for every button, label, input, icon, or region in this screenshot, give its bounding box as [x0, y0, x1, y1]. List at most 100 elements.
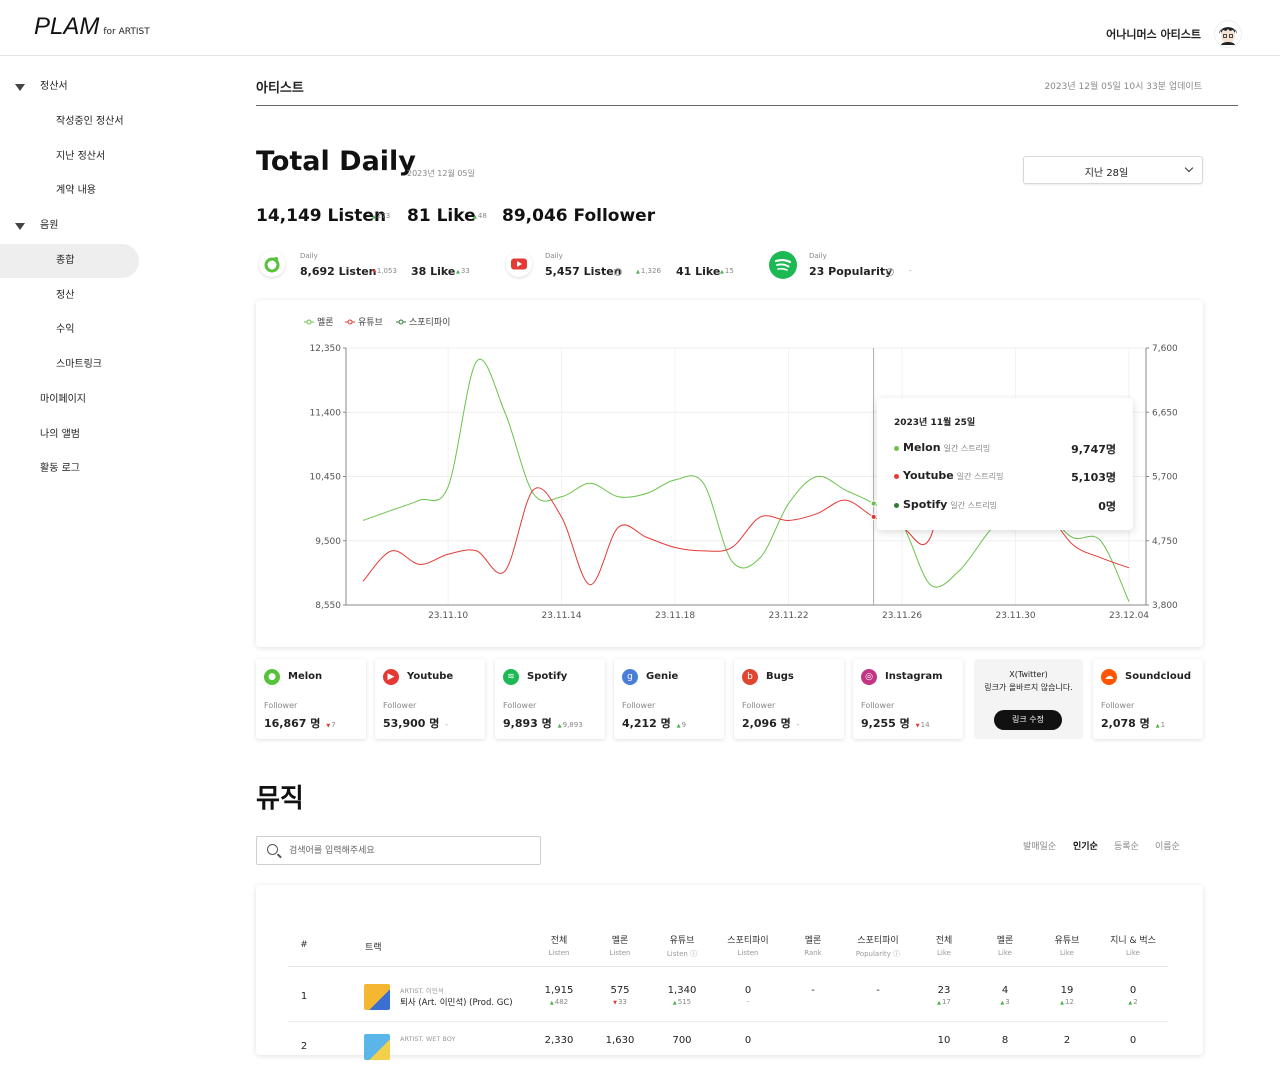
platform-card-instagram[interactable]: ◎ Instagram Follower 9,255 명 14: [853, 659, 963, 739]
search-box: [256, 836, 541, 865]
sidebar-group-settlement[interactable]: 정산서: [40, 70, 68, 104]
platform-card-bugs[interactable]: b Bugs Follower 2,096 명-: [734, 659, 844, 739]
table-divider: [288, 966, 1168, 967]
cell-value: 2: [1063, 1035, 1071, 1046]
legend-dot: [894, 473, 899, 479]
cell-value: 2,330: [544, 1035, 574, 1046]
track-title[interactable]: 퇴사 (Art. 이민석) (Prod. GC): [400, 996, 513, 1008]
cell-value: 1,340: [667, 985, 697, 996]
chart-tooltip: 2023년 11월 25일 Melon 일간 스트리밍 9,747명 Youtub…: [877, 398, 1133, 530]
platform-card-genie[interactable]: g Genie Follower 4,212 명 9: [614, 659, 724, 739]
album-thumbnail[interactable]: [364, 984, 390, 1010]
twitter-name: X(Twitter): [1009, 670, 1048, 679]
plam-logo[interactable]: PLAM for ARTIST: [34, 15, 150, 39]
column-header-label: 멜론: [804, 936, 822, 946]
follower-count-value: 2,096 명: [742, 717, 791, 730]
avatar[interactable]: [1214, 20, 1242, 48]
follower-label: Follower: [622, 701, 656, 710]
y-right-tick-label: 4,750: [1152, 537, 1178, 547]
cell-value: 8: [1001, 1035, 1009, 1046]
follower-count: 4,212 명 9: [622, 715, 686, 731]
sidebar-item-mypage[interactable]: 마이페이지: [40, 383, 86, 417]
tooltip-row-spotify: Spotify 일간 스트리밍 0명: [894, 498, 1116, 513]
y-right-tick-label: 3,800: [1152, 601, 1178, 611]
cell-delta: 2: [1103, 998, 1163, 1006]
follower-label: Follower: [383, 701, 417, 710]
sidebar-item-activity-log[interactable]: 활동 로그: [40, 452, 80, 486]
cell-delta: 12: [1037, 998, 1097, 1006]
sidebar-group-music[interactable]: 음원: [40, 209, 58, 243]
y-left-tick-label: 9,500: [315, 537, 341, 547]
column-header-label: 멜론: [996, 936, 1014, 946]
follower-count-value: 16,867 명: [264, 717, 321, 730]
table-cell: 2: [1037, 1035, 1097, 1046]
y-left-tick-label: 8,550: [315, 601, 341, 611]
follower-delta: 9: [677, 721, 686, 729]
period-select[interactable]: 지난 28일: [1023, 156, 1203, 184]
table-cell: 43: [975, 985, 1035, 1006]
genie-icon: g: [622, 669, 638, 685]
column-header: 트랙: [365, 940, 425, 953]
cell-delta: 17: [914, 998, 974, 1006]
sidebar-item-draft-settlement[interactable]: 작성중인 정산서: [56, 105, 124, 139]
follower-delta: 9,893: [558, 721, 583, 729]
table-cell: 0-: [718, 985, 778, 1006]
cell-value: 0: [744, 1035, 752, 1046]
row-divider: [288, 1021, 1168, 1022]
sidebar-item-revenue[interactable]: 수익: [56, 313, 74, 347]
sort-name[interactable]: 이름순: [1155, 839, 1180, 852]
sidebar-item-smartlink[interactable]: 스마트링크: [56, 348, 102, 382]
total-like: 81 Like: [407, 206, 476, 226]
platform-name: Youtube: [407, 671, 454, 682]
table-cell: 2,330: [529, 1035, 589, 1046]
table-cell: 1,915 482: [529, 985, 589, 1006]
column-header-label: 유튜브: [669, 936, 695, 946]
column-header-label: 지니 & 벅스: [1110, 936, 1156, 946]
platform-name: Spotify: [527, 671, 568, 682]
column-header-label: 전체: [935, 936, 953, 946]
platform-card-melon[interactable]: ● Melon Follower 16,867 명 7: [256, 659, 366, 739]
follower-delta: -: [796, 721, 800, 729]
legend-marker: [306, 319, 312, 325]
sidebar-item-past-settlement[interactable]: 지난 정산서: [56, 140, 105, 174]
platform-card-spotify[interactable]: ≋ Spotify Follower 9,893 명 9,893: [495, 659, 605, 739]
user-name[interactable]: 어나니머스 아티스트: [1106, 26, 1201, 42]
platform-name: Bugs: [766, 671, 794, 682]
youtube-daily-listen-delta: 1,326: [636, 267, 661, 275]
platform-name: Instagram: [885, 671, 943, 682]
total-follower-delta: -: [641, 212, 644, 220]
logo-subtext: for ARTIST: [103, 27, 150, 37]
platform-card-soundcloud[interactable]: ☁ Soundcloud Follower 2,078 명 1: [1093, 659, 1203, 739]
album-thumbnail[interactable]: [364, 1034, 390, 1060]
sidebar-item-contract[interactable]: 계약 내용: [56, 174, 96, 208]
help-icon[interactable]: ?: [614, 268, 622, 276]
daily-label: Daily: [300, 252, 318, 260]
cell-value: 23: [937, 985, 951, 996]
sidebar-item-settlement[interactable]: 정산: [56, 279, 74, 313]
platform-card-youtube[interactable]: ▶ Youtube Follower 53,900 명-: [375, 659, 485, 739]
tooltip-value: 0명: [1098, 500, 1116, 513]
x-tick-label: 23.11.18: [655, 611, 695, 621]
caret-down-icon[interactable]: [15, 223, 25, 230]
y-left-tick-label: 11,400: [310, 408, 342, 418]
column-header-label: 멜론: [611, 936, 629, 946]
follower-delta: 1: [1156, 721, 1165, 729]
sort-popularity[interactable]: 인기순: [1073, 839, 1098, 852]
sidebar-item-overview[interactable]: 종합: [0, 244, 139, 278]
follower-delta: 14: [916, 721, 930, 729]
table-row[interactable]: [288, 1024, 1168, 1072]
sort-release-date[interactable]: 발매일순: [1023, 839, 1056, 852]
sidebar-item-my-album[interactable]: 나의 앨범: [40, 418, 80, 452]
tooltip-sub: 일간 스트리밍: [943, 444, 991, 453]
caret-down-icon[interactable]: [15, 84, 25, 91]
search-input[interactable]: [289, 842, 529, 860]
column-header-sub: Like: [1126, 949, 1140, 957]
soundcloud-icon: ☁: [1101, 669, 1117, 685]
edit-link-button[interactable]: 링크 수정: [994, 710, 1062, 730]
follower-count: 2,078 명 1: [1101, 715, 1165, 731]
follower-label: Follower: [503, 701, 537, 710]
help-icon[interactable]: ?: [886, 268, 894, 276]
column-header: #: [264, 940, 344, 950]
updated-timestamp: 2023년 12월 05일 10시 33분 업데이트: [1044, 82, 1202, 92]
sort-registered[interactable]: 등록순: [1114, 839, 1139, 852]
